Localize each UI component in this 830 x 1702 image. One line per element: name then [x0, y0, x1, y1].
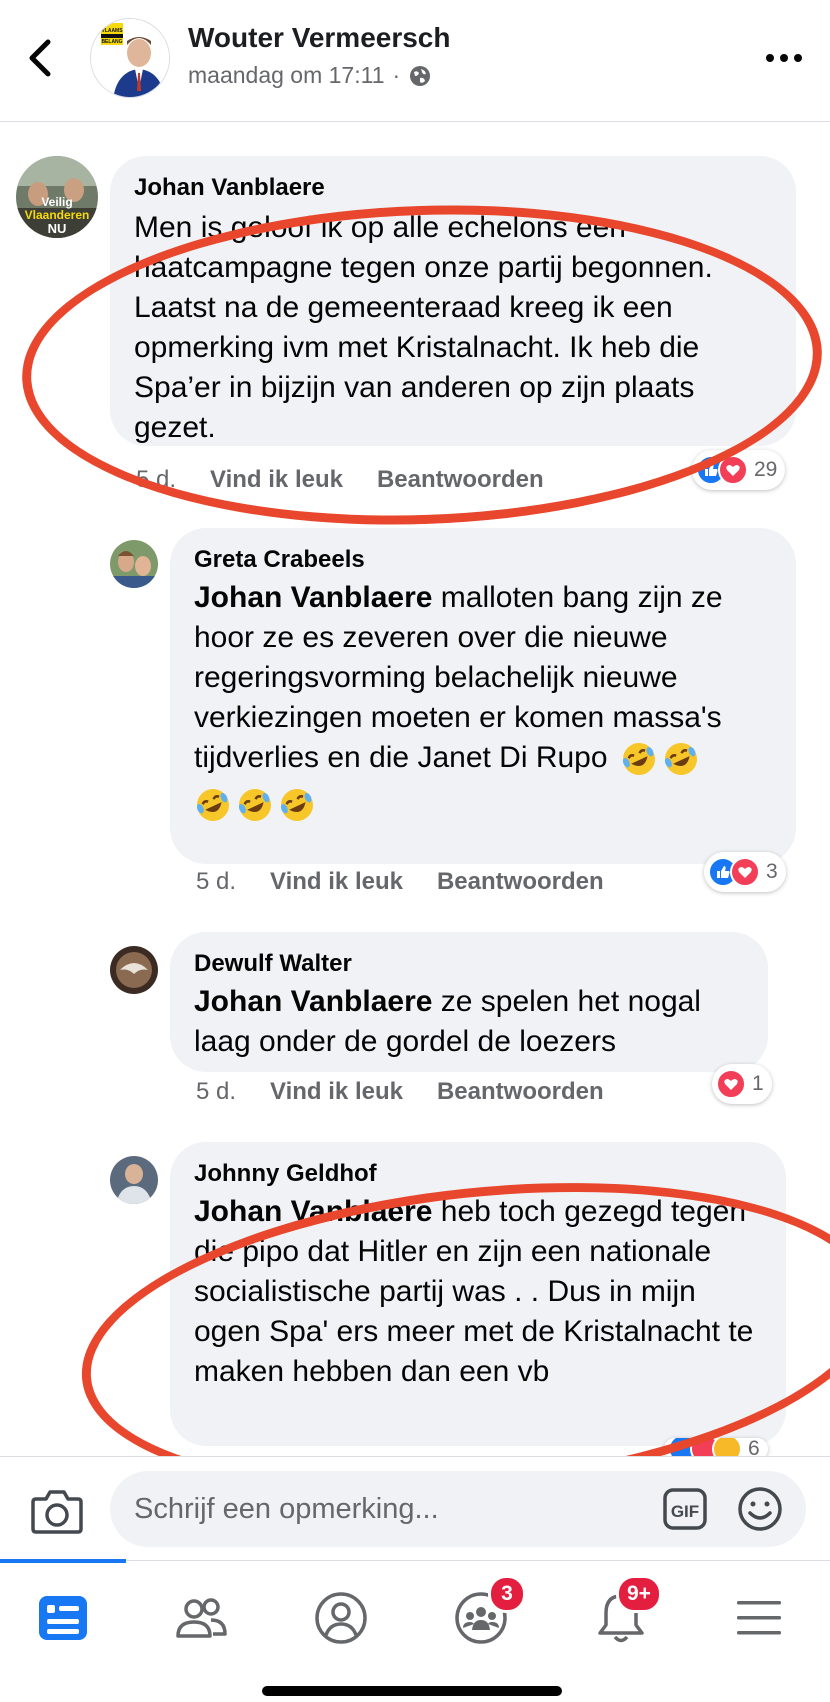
comment-actions: 5 d. Vind ik leuk Beantwoorden — [196, 1078, 604, 1106]
comment-bubble[interactable]: Greta Crabeels Johan Vanblaere malloten … — [170, 528, 796, 864]
gif-icon[interactable]: GIF — [662, 1487, 708, 1531]
groups-badge: 3 — [488, 1575, 526, 1613]
comment-bubble[interactable]: Johan Vanblaere Men is geloof ik op alle… — [110, 156, 796, 446]
svg-text:VLAAMS: VLAAMS — [101, 28, 123, 34]
svg-text:Veilig: Veilig — [41, 195, 72, 209]
meta-separator: · — [392, 62, 401, 88]
comment-input-wrapper[interactable]: GIF — [110, 1471, 806, 1547]
rolling-laughing-emoji-icon — [664, 743, 697, 776]
avatar-photo — [110, 1156, 158, 1204]
hamburger-menu-icon — [737, 1601, 781, 1635]
commenter-avatar[interactable]: Veilig Vlaanderen NU — [16, 156, 98, 238]
comment-text: Johan Vanblaere heb toch gezegd tegen di… — [194, 1192, 766, 1392]
profile-icon — [315, 1592, 367, 1644]
love-reaction-icon — [718, 455, 748, 485]
news-feed-icon — [39, 1596, 87, 1640]
reaction-count: 29 — [754, 458, 778, 481]
rolling-laughing-emoji-icon — [238, 789, 271, 822]
comment-input[interactable] — [134, 1471, 654, 1547]
commenter-avatar[interactable] — [110, 1156, 158, 1204]
comment-composer: GIF — [0, 1456, 830, 1560]
comment-text: Johan Vanblaere malloten bang zijn ze ho… — [194, 578, 776, 824]
comment-text: Men is geloof ik op alle echelons een ha… — [134, 211, 713, 444]
commenter-name[interactable]: Dewulf Walter — [194, 950, 748, 978]
rolling-laughing-emoji-icon — [196, 789, 229, 822]
commenter-name[interactable]: Greta Crabeels — [194, 546, 776, 574]
reply-button[interactable]: Beantwoorden — [377, 466, 544, 494]
svg-text:NU: NU — [48, 221, 67, 236]
tab-menu[interactable] — [724, 1583, 794, 1653]
tab-groups[interactable]: 3 — [446, 1575, 526, 1653]
reaction-summary[interactable]: 29 — [692, 450, 786, 490]
back-arrow-icon[interactable] — [22, 36, 58, 80]
post-header: VLAAMS BELANG Wouter Vermeersch maandag … — [0, 0, 830, 122]
rolling-laughing-emoji-icon — [622, 743, 655, 776]
author-photo: VLAAMS BELANG — [91, 19, 169, 97]
emoji-picker-icon[interactable] — [736, 1485, 784, 1533]
tab-news-feed[interactable] — [28, 1583, 98, 1653]
comment-time[interactable]: 5 d. — [136, 466, 176, 494]
like-button[interactable]: Vind ik leuk — [270, 868, 403, 896]
love-reaction-icon — [730, 857, 760, 887]
friends-icon — [176, 1598, 227, 1638]
comment-bubble[interactable]: Dewulf Walter Johan Vanblaere ze spelen … — [170, 932, 768, 1072]
rolling-laughing-emoji-icon — [280, 789, 313, 822]
comment-time[interactable]: 5 d. — [196, 1078, 236, 1106]
gif-label: GIF — [671, 1502, 699, 1521]
comment-actions: 5 d. Vind ik leuk Beantwoorden — [196, 868, 604, 896]
avatar-photo: Veilig Vlaanderen NU — [16, 156, 98, 238]
reaction-summary[interactable]: 1 — [712, 1064, 772, 1104]
commenter-avatar[interactable] — [110, 946, 158, 994]
like-button[interactable]: Vind ik leuk — [270, 1078, 403, 1106]
comment-actions: 5 d. Vind ik leuk Beantwoorden — [136, 466, 544, 494]
more-options-icon[interactable] — [762, 48, 806, 68]
like-button[interactable]: Vind ik leuk — [210, 466, 343, 494]
notifications-badge: 9+ — [616, 1575, 662, 1613]
tab-notifications[interactable]: 9+ — [586, 1575, 662, 1653]
svg-text:BELANG: BELANG — [101, 39, 122, 45]
post-meta: maandag om 17:11 · — [188, 62, 432, 89]
globe-icon — [410, 65, 431, 86]
tab-profile[interactable] — [306, 1583, 376, 1653]
emoji-row — [194, 784, 776, 824]
commenter-name[interactable]: Johnny Geldhof — [194, 1160, 766, 1188]
author-avatar[interactable]: VLAAMS BELANG — [90, 18, 170, 98]
reaction-count: 3 — [766, 860, 778, 883]
camera-icon[interactable] — [30, 1487, 84, 1535]
love-reaction-icon — [716, 1069, 746, 1099]
tab-friends[interactable] — [166, 1583, 236, 1653]
tagged-user[interactable]: Johan Vanblaere — [194, 985, 432, 1018]
commenter-avatar[interactable] — [110, 540, 158, 588]
reaction-summary[interactable]: 3 — [704, 852, 786, 892]
reaction-count: 1 — [752, 1072, 764, 1095]
comment-time[interactable]: 5 d. — [196, 868, 236, 896]
bottom-tab-bar: 3 9+ — [0, 1559, 830, 1702]
tagged-user[interactable]: Johan Vanblaere — [194, 1195, 432, 1228]
avatar-photo — [110, 946, 158, 994]
comment-bubble[interactable]: Johnny Geldhof Johan Vanblaere heb toch … — [170, 1142, 786, 1446]
comment-text: Johan Vanblaere ze spelen het nogal laag… — [194, 982, 748, 1062]
svg-text:Vlaanderen: Vlaanderen — [25, 208, 90, 222]
tagged-user[interactable]: Johan Vanblaere — [194, 581, 432, 614]
post-author-name[interactable]: Wouter Vermeersch — [188, 22, 451, 54]
commenter-name[interactable]: Johan Vanblaere — [134, 174, 774, 202]
home-indicator — [262, 1686, 562, 1696]
reply-button[interactable]: Beantwoorden — [437, 868, 604, 896]
post-timestamp[interactable]: maandag om 17:11 — [188, 62, 385, 89]
active-tab-indicator — [0, 1559, 126, 1563]
reply-button[interactable]: Beantwoorden — [437, 1078, 604, 1106]
avatar-photo — [110, 540, 158, 588]
